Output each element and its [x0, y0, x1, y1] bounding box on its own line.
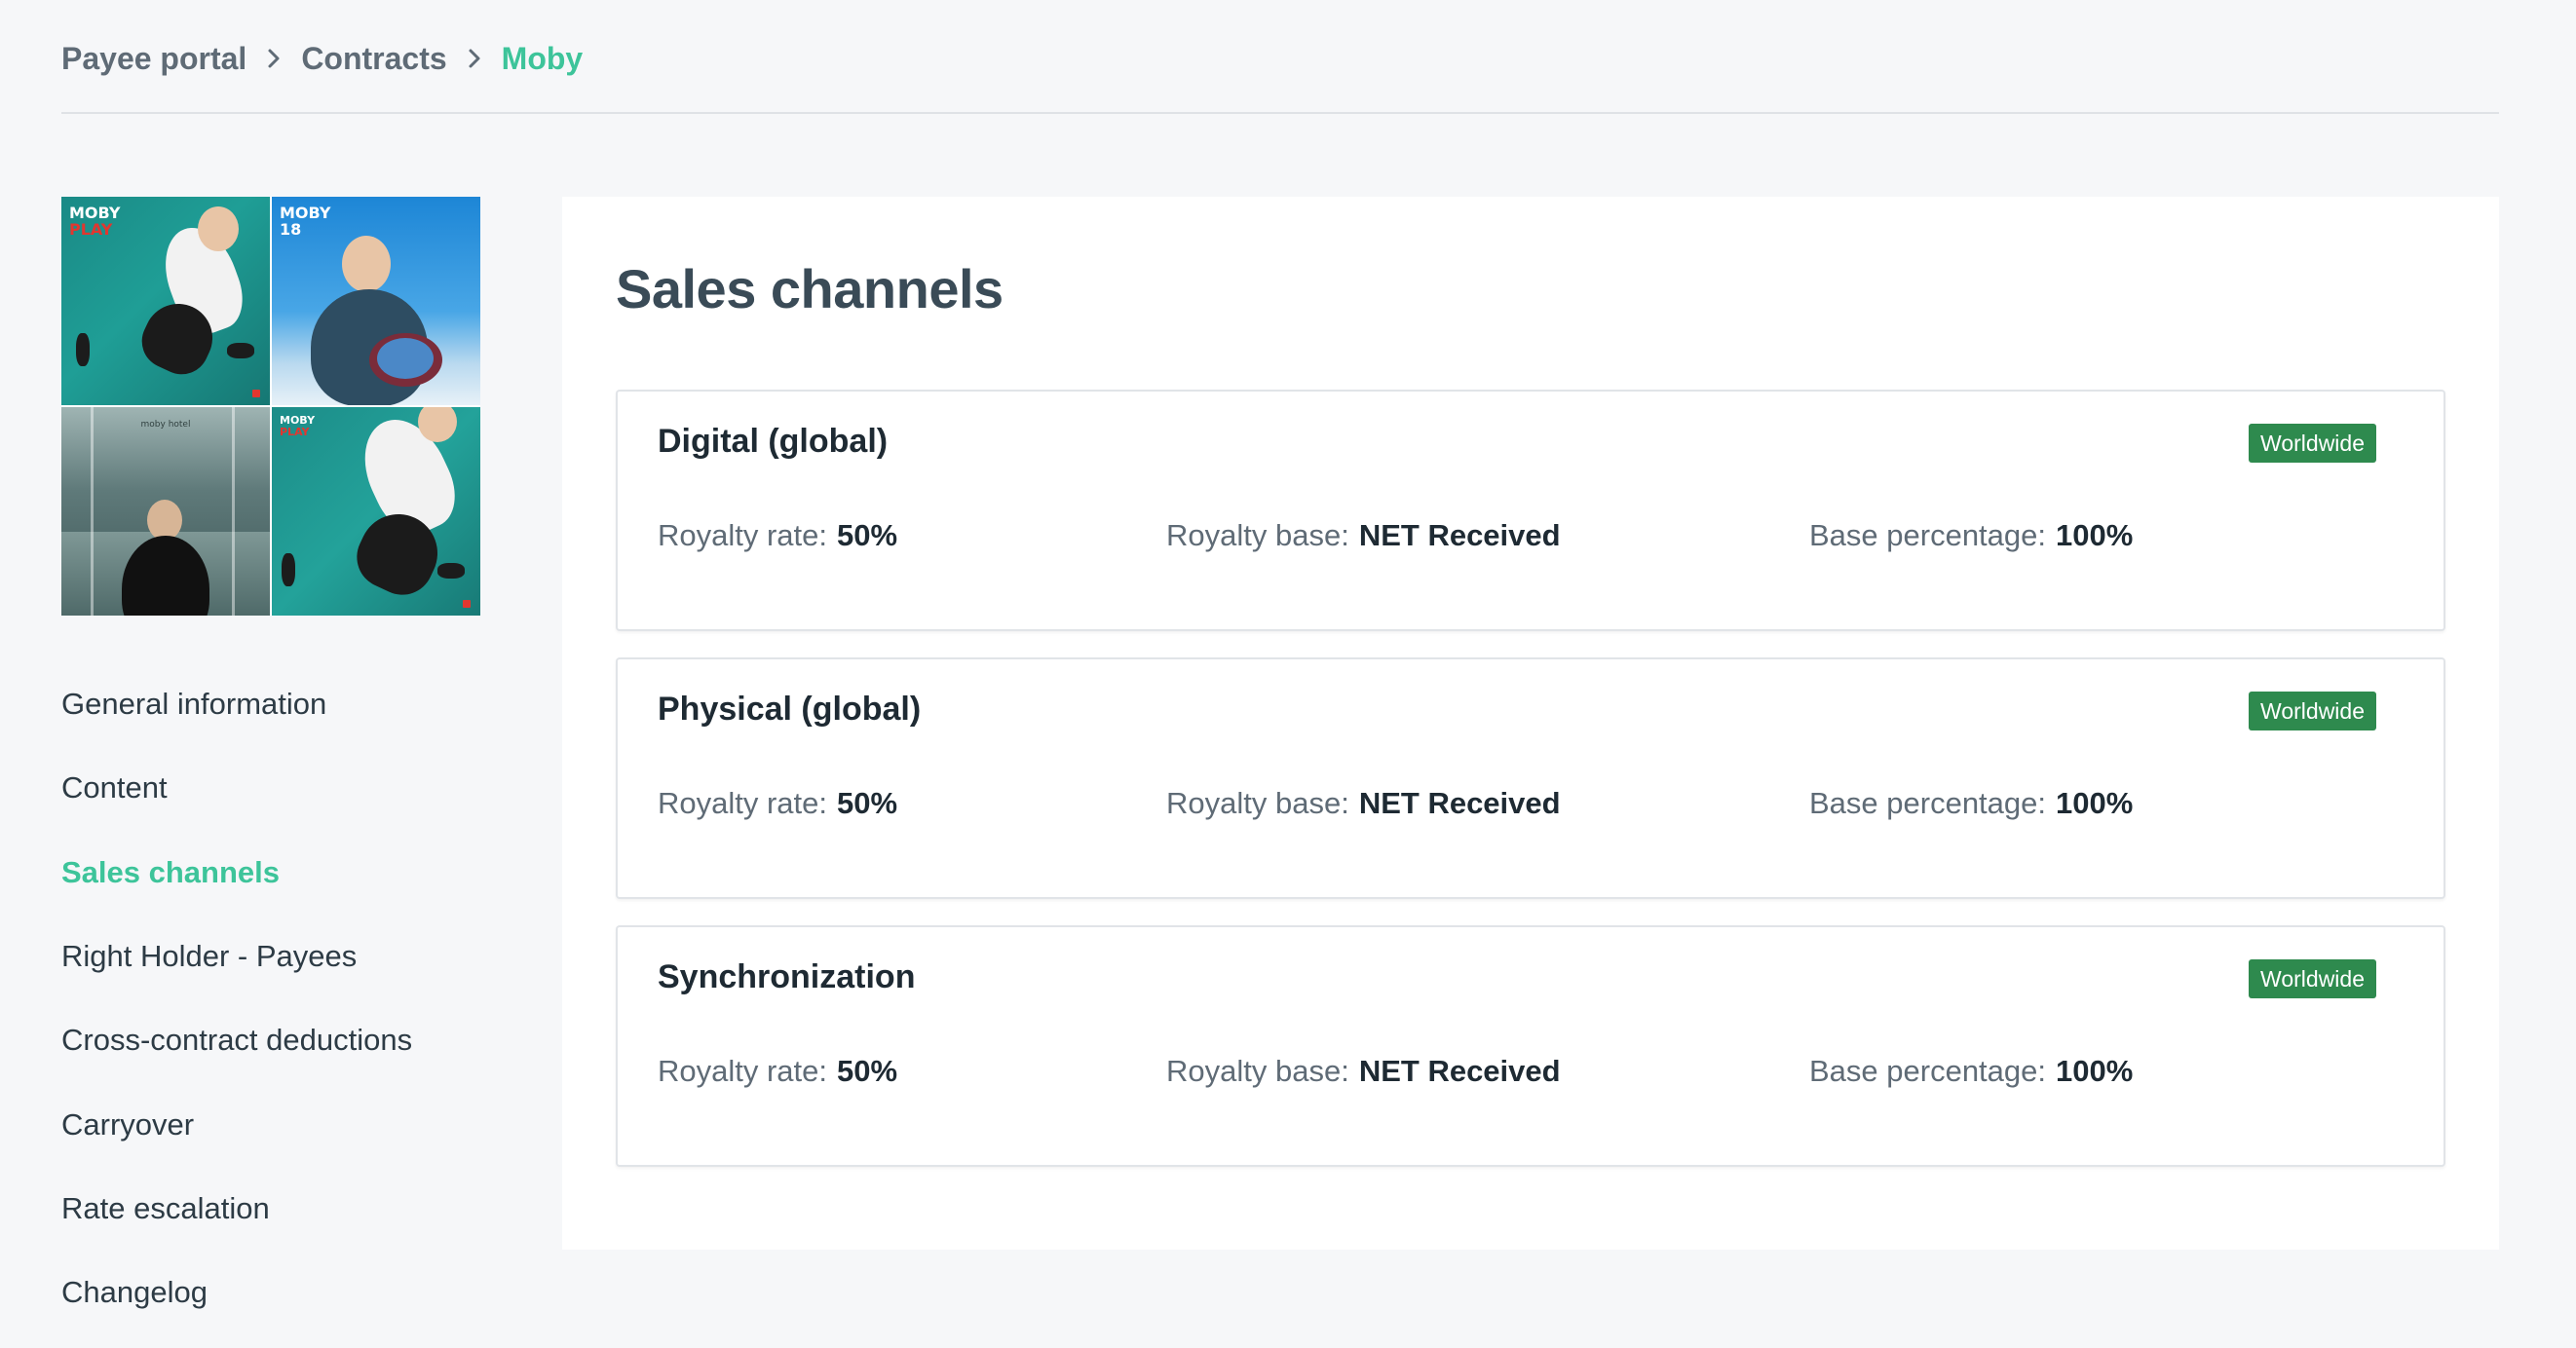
- page: Payee portal Contracts Moby MOBY PLAY MOB…: [0, 0, 2576, 1348]
- channel-name: Synchronization: [658, 958, 916, 995]
- nav-item-general-information[interactable]: General information: [61, 662, 471, 746]
- royalty-base-field: Royalty base: NET Received: [1166, 518, 1561, 552]
- chevron-right-icon: [447, 48, 502, 69]
- royalty-rate-field: Royalty rate: 50%: [658, 786, 898, 820]
- royalty-base-field: Royalty base: NET Received: [1166, 1054, 1561, 1088]
- nav-item-right-holder-payees[interactable]: Right Holder - Payees: [61, 915, 471, 998]
- royalty-rate-field: Royalty rate: 50%: [658, 518, 898, 552]
- contract-side-nav: General information Content Sales channe…: [61, 662, 471, 1334]
- album-cover-18: MOBY 18: [272, 197, 480, 405]
- channel-name: Digital (global): [658, 423, 889, 460]
- breadcrumb-payee-portal[interactable]: Payee portal: [61, 41, 246, 77]
- album-cover-text: MOBY PLAY: [280, 414, 316, 438]
- base-percentage-field: Base percentage: 100%: [1809, 518, 2134, 552]
- base-percentage-field: Base percentage: 100%: [1809, 1054, 2134, 1088]
- territory-badge: Worldwide: [2249, 692, 2376, 730]
- breadcrumb: Payee portal Contracts Moby: [61, 29, 583, 88]
- nav-item-carryover[interactable]: Carryover: [61, 1082, 471, 1166]
- territory-badge: Worldwide: [2249, 424, 2376, 463]
- album-cover-play: MOBY PLAY: [61, 197, 270, 405]
- sales-channels-panel: Sales channels Digital (global) Worldwid…: [562, 197, 2499, 1250]
- channel-card-synchronization: Synchronization Worldwide Royalty rate: …: [616, 925, 2445, 1167]
- album-cover-text: MOBY 18: [280, 204, 331, 239]
- album-cover-play-alt: MOBY PLAY: [272, 407, 480, 616]
- breadcrumb-contracts[interactable]: Contracts: [301, 41, 446, 77]
- royalty-rate-field: Royalty rate: 50%: [658, 1054, 898, 1088]
- nav-item-sales-channels[interactable]: Sales channels: [61, 831, 471, 915]
- contract-artwork: MOBY PLAY MOBY 18 moby hotel MOBY PLAY: [61, 197, 480, 616]
- channel-card-digital: Digital (global) Worldwide Royalty rate:…: [616, 390, 2445, 631]
- album-cover-hotel: moby hotel: [61, 407, 270, 616]
- chevron-right-icon: [246, 48, 301, 69]
- nav-item-changelog[interactable]: Changelog: [61, 1251, 471, 1334]
- nav-item-cross-contract-deductions[interactable]: Cross-contract deductions: [61, 998, 471, 1082]
- royalty-base-field: Royalty base: NET Received: [1166, 786, 1561, 820]
- breadcrumb-current-moby: Moby: [501, 40, 584, 76]
- territory-badge: Worldwide: [2249, 959, 2376, 998]
- nav-item-content[interactable]: Content: [61, 746, 471, 830]
- page-title: Sales channels: [616, 258, 1004, 319]
- base-percentage-field: Base percentage: 100%: [1809, 786, 2134, 820]
- channel-name: Physical (global): [658, 691, 922, 728]
- channel-card-physical: Physical (global) Worldwide Royalty rate…: [616, 657, 2445, 899]
- nav-item-rate-escalation[interactable]: Rate escalation: [61, 1167, 471, 1251]
- header-divider: [61, 112, 2499, 114]
- album-cover-text: MOBY PLAY: [69, 204, 121, 239]
